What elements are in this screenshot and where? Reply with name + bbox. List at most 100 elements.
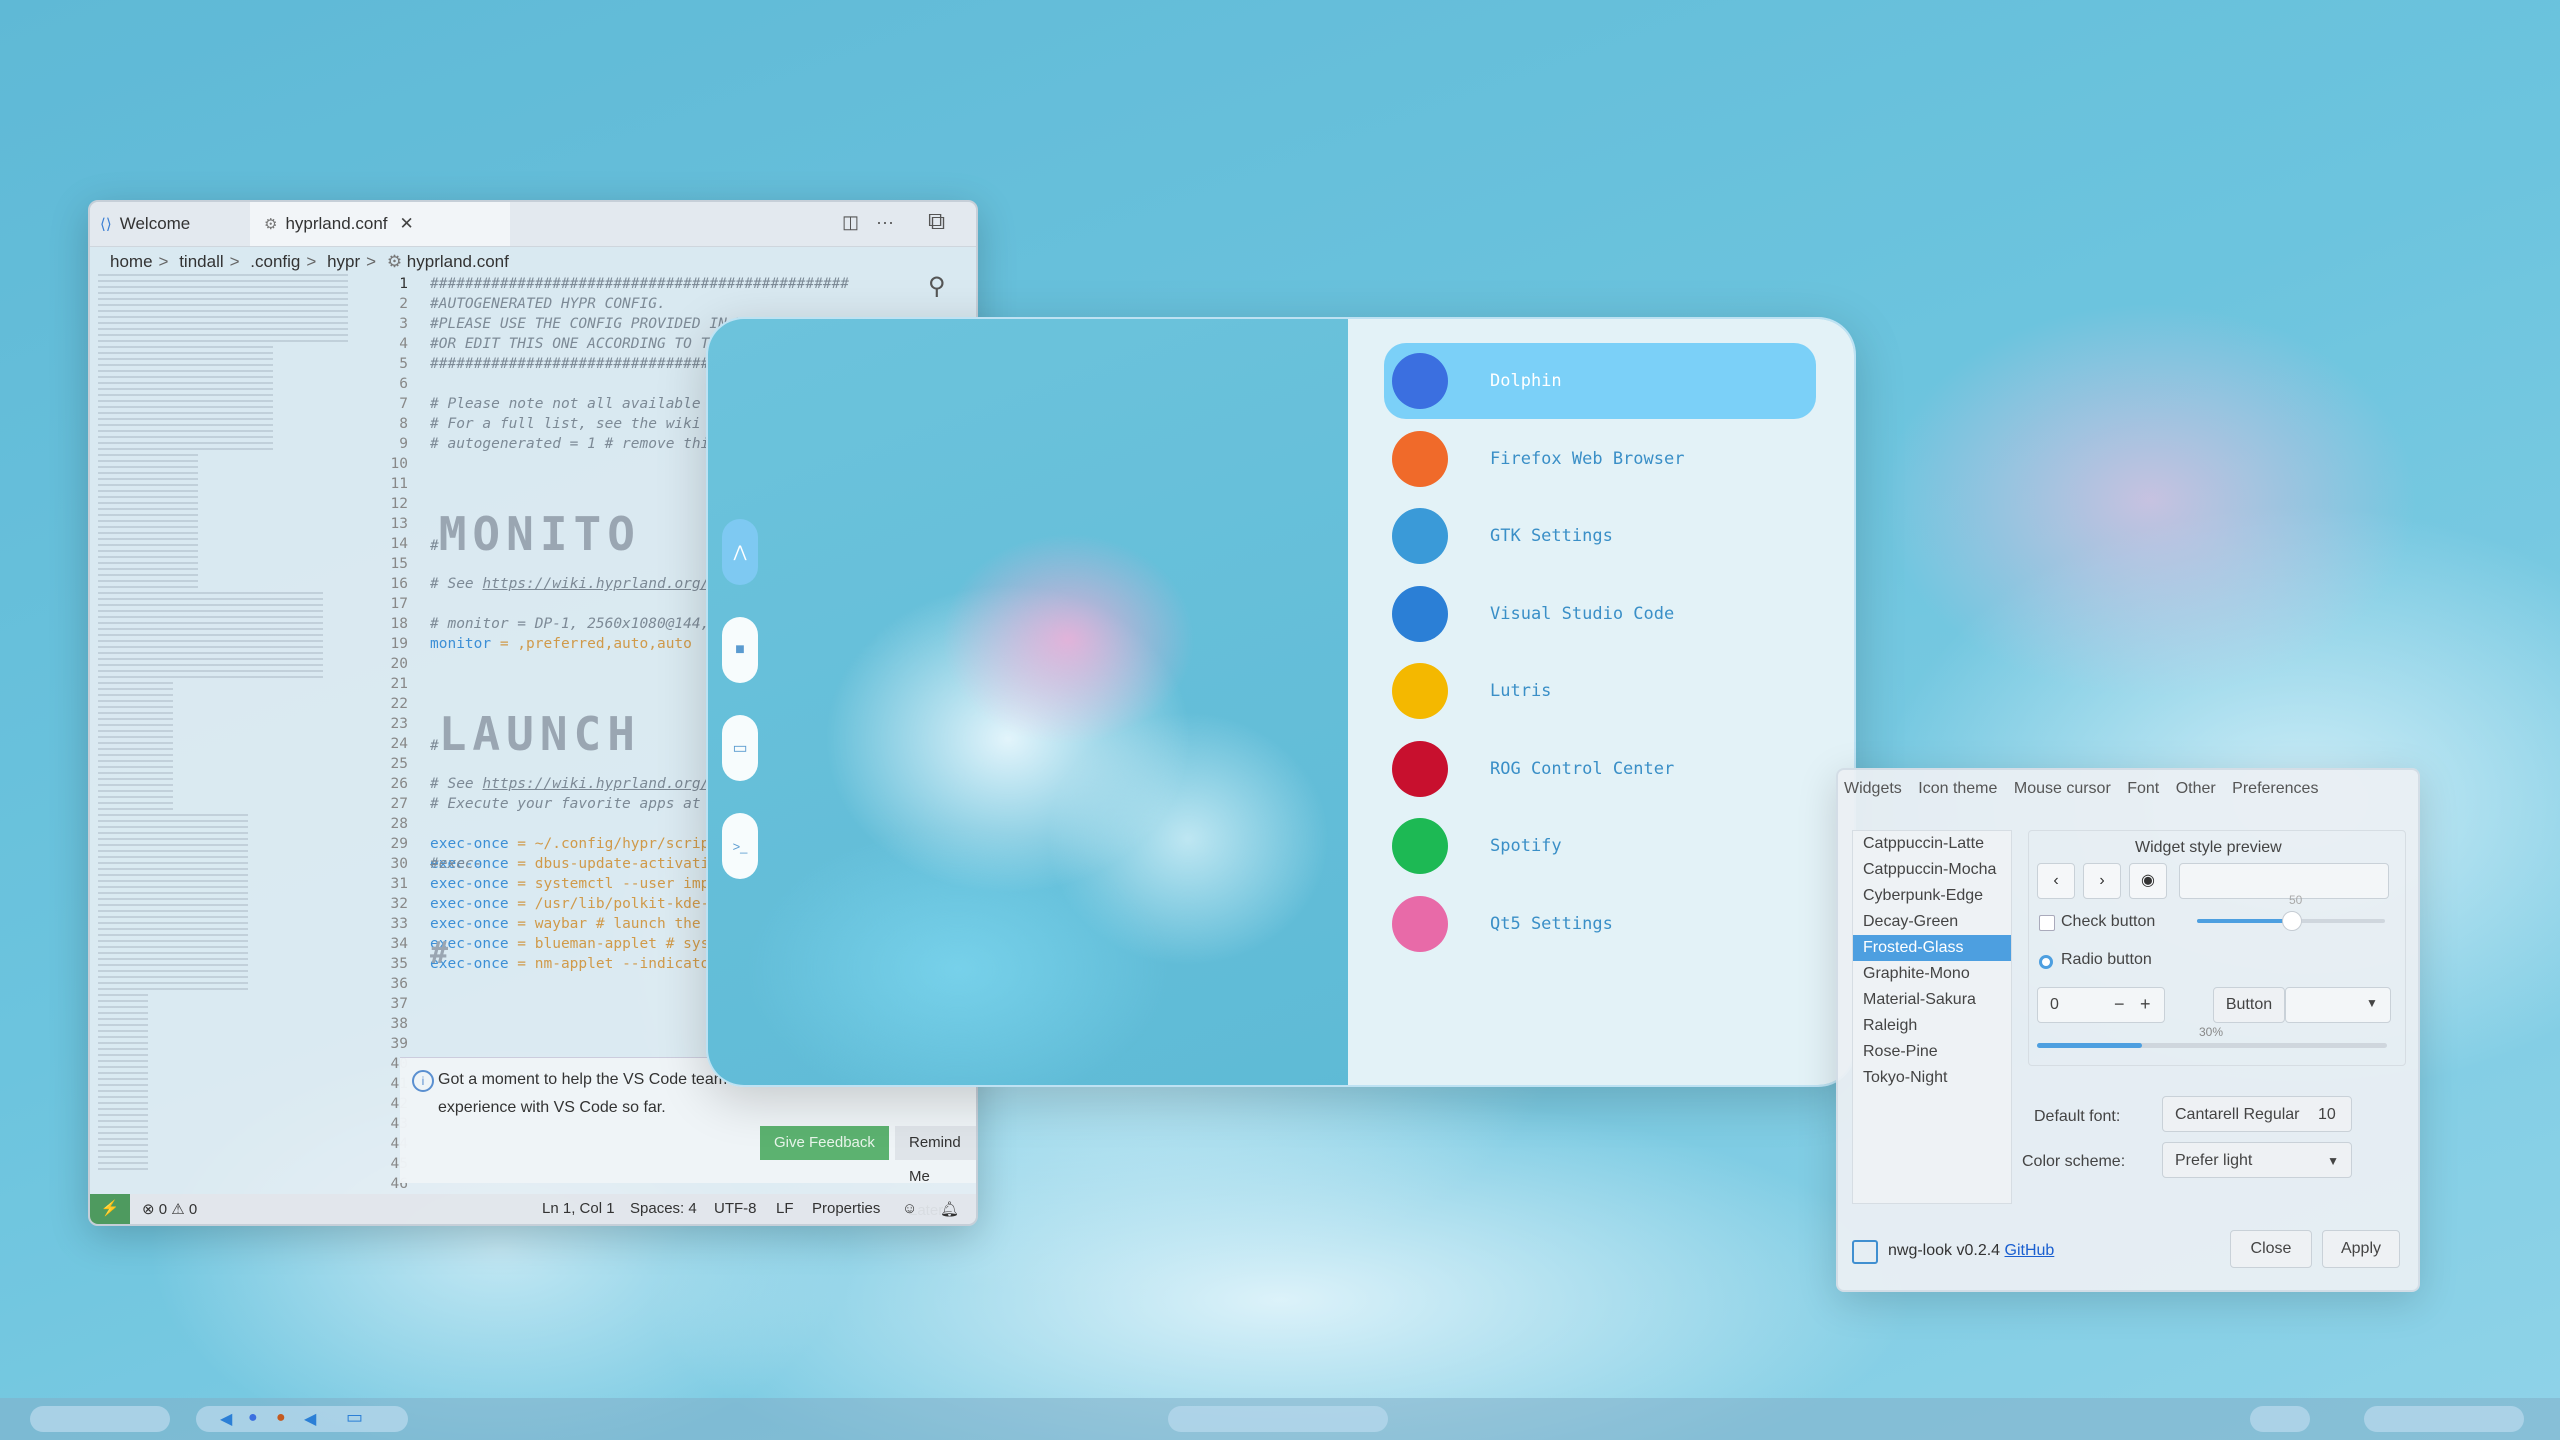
- breadcrumb-item[interactable]: home: [110, 252, 153, 271]
- line-number: 37: [390, 996, 408, 1012]
- theme-item[interactable]: Material-Sakura: [1853, 987, 2011, 1013]
- indentation[interactable]: Spaces: 4: [630, 1200, 697, 1217]
- minus-icon[interactable]: −: [2114, 994, 2125, 1015]
- app-label: ROG Control Center: [1490, 758, 1675, 779]
- app-item[interactable]: Qt5 Settings: [1384, 886, 1816, 962]
- qt5-settings-icon: [1392, 895, 1448, 952]
- more-actions-icon[interactable]: ···: [876, 212, 894, 233]
- bell-icon[interactable]: 🔔︎: [940, 1200, 959, 1218]
- close-tab-icon[interactable]: ✕: [400, 214, 414, 234]
- line-number: 4: [399, 336, 408, 352]
- breadcrumb-item[interactable]: hyprland.conf: [407, 252, 509, 271]
- tab-widgets[interactable]: Widgets: [1844, 780, 1902, 797]
- dolphin-icon[interactable]: ●: [248, 1409, 258, 1427]
- preview-button[interactable]: Button: [2213, 987, 2285, 1023]
- line-number: 6: [399, 376, 408, 392]
- window-icon[interactable]: ▭: [346, 1407, 363, 1428]
- split-editor-icon[interactable]: ◫: [842, 212, 859, 233]
- terminal-icon[interactable]: >_: [722, 813, 758, 879]
- font-picker-button[interactable]: Cantarell Regular 10: [2162, 1096, 2352, 1132]
- app-label: Lutris: [1490, 681, 1552, 701]
- encoding[interactable]: UTF-8: [714, 1200, 757, 1217]
- vscode-icon[interactable]: ◀: [220, 1409, 232, 1429]
- gear-icon: ⚙: [386, 252, 403, 271]
- breadcrumb-item[interactable]: .config: [250, 252, 300, 271]
- radio-button[interactable]: [2039, 955, 2053, 969]
- remote-icon[interactable]: ⚡: [90, 1194, 130, 1224]
- theme-list: Catppuccin-Latte Catppuccin-Mocha Cyberpun…: [1852, 830, 2012, 1204]
- line-number: 34: [390, 936, 408, 952]
- vscode-icon[interactable]: ◀: [304, 1409, 316, 1429]
- tab-mouse-cursor[interactable]: Mouse cursor: [2014, 780, 2111, 797]
- gear-icon: ⚙: [264, 216, 278, 233]
- tab-font[interactable]: Font: [2127, 780, 2159, 797]
- explorer-icon[interactable]: ⧉: [928, 208, 945, 236]
- theme-item[interactable]: Raleigh: [1853, 1013, 2011, 1039]
- record-icon[interactable]: ◉: [2129, 863, 2167, 899]
- system-status[interactable]: [2364, 1406, 2524, 1432]
- language-mode[interactable]: Properties: [812, 1200, 880, 1217]
- preview-dropdown[interactable]: ▼: [2285, 987, 2391, 1023]
- line-number: 7: [399, 396, 408, 412]
- text-entry[interactable]: [2179, 863, 2389, 899]
- workspace-indicator[interactable]: [30, 1406, 170, 1432]
- line-number: 26: [390, 776, 408, 792]
- tab-icon-theme[interactable]: Icon theme: [1918, 780, 1997, 797]
- spin-button[interactable]: 0 − +: [2037, 987, 2165, 1023]
- chevron-right-icon[interactable]: ›: [2083, 863, 2121, 899]
- chevron-left-icon[interactable]: ‹: [2037, 863, 2075, 899]
- app-item[interactable]: Dolphin: [1384, 343, 1816, 419]
- slider-track[interactable]: [2197, 911, 2385, 931]
- minimap[interactable]: [98, 274, 348, 1174]
- slider-handle[interactable]: [2282, 911, 2302, 931]
- firefox-icon[interactable]: ●: [276, 1409, 286, 1427]
- cursor-position[interactable]: Ln 1, Col 1: [542, 1200, 615, 1217]
- theme-item[interactable]: Graphite-Mono: [1853, 961, 2011, 987]
- folder-icon[interactable]: ■: [722, 617, 758, 683]
- line-number: 38: [390, 1016, 408, 1032]
- theme-item[interactable]: Tokyo-Night: [1853, 1065, 2011, 1091]
- breadcrumb-item[interactable]: hypr: [327, 252, 360, 271]
- breadcrumb-item[interactable]: tindall: [179, 252, 223, 271]
- apply-button[interactable]: Apply: [2322, 1230, 2400, 1268]
- theme-item[interactable]: Decay-Green: [1853, 909, 2011, 935]
- checkbox[interactable]: [2039, 915, 2055, 931]
- window-icon[interactable]: ▭: [722, 715, 758, 781]
- app-item[interactable]: Spotify: [1384, 808, 1816, 884]
- tab-hyprland-conf[interactable]: ⚙ hyprland.conf ✕: [250, 202, 510, 246]
- app-item[interactable]: Visual Studio Code: [1384, 576, 1816, 652]
- dolphin-icon: [1392, 353, 1448, 409]
- line-number: 11: [390, 476, 408, 492]
- app-item[interactable]: Lutris: [1384, 653, 1816, 729]
- app-item[interactable]: Firefox Web Browser: [1384, 421, 1816, 497]
- app-item[interactable]: GTK Settings: [1384, 498, 1816, 574]
- app-item[interactable]: ROG Control Center: [1384, 731, 1816, 807]
- line-number: 13: [390, 516, 408, 532]
- problems-indicator[interactable]: ⊗ 0 ⚠ 0: [142, 1200, 197, 1218]
- clock-widget[interactable]: [1168, 1406, 1388, 1432]
- line-number: 45: [348, 1154, 408, 1174]
- line-number: 43: [348, 1114, 408, 1134]
- plus-icon[interactable]: +: [2140, 994, 2151, 1015]
- tab-other[interactable]: Other: [2176, 780, 2216, 797]
- tab-welcome[interactable]: ⟨⟩ Welcome: [100, 202, 250, 246]
- give-feedback-button[interactable]: Give Feedback: [760, 1126, 889, 1160]
- line-ending[interactable]: LF: [776, 1200, 794, 1217]
- widget-style-preview: Widget style preview ‹ › ◉ Check button …: [2028, 830, 2406, 1066]
- remind-later-button[interactable]: Remind Me Later: [895, 1126, 976, 1219]
- github-link[interactable]: GitHub: [2005, 1242, 2055, 1259]
- feedback-icon[interactable]: ☺: [902, 1200, 917, 1217]
- tray-icons[interactable]: [2250, 1406, 2310, 1432]
- theme-item[interactable]: Rose-Pine: [1853, 1039, 2011, 1065]
- theme-item[interactable]: Catppuccin-Mocha: [1853, 857, 2011, 883]
- apps-icon[interactable]: ⋀: [722, 519, 758, 585]
- vscode-logo-icon: ⟨⟩: [100, 216, 112, 233]
- color-scheme-dropdown[interactable]: Prefer light ▼: [2162, 1142, 2352, 1178]
- color-scheme-label: Color scheme:: [2022, 1153, 2126, 1170]
- theme-item[interactable]: Frosted-Glass: [1853, 935, 2011, 961]
- close-button[interactable]: Close: [2230, 1230, 2312, 1268]
- theme-item[interactable]: Catppuccin-Latte: [1853, 831, 2011, 857]
- slider-value: 50: [2289, 893, 2303, 907]
- theme-item[interactable]: Cyberpunk-Edge: [1853, 883, 2011, 909]
- tab-preferences[interactable]: Preferences: [2232, 780, 2318, 797]
